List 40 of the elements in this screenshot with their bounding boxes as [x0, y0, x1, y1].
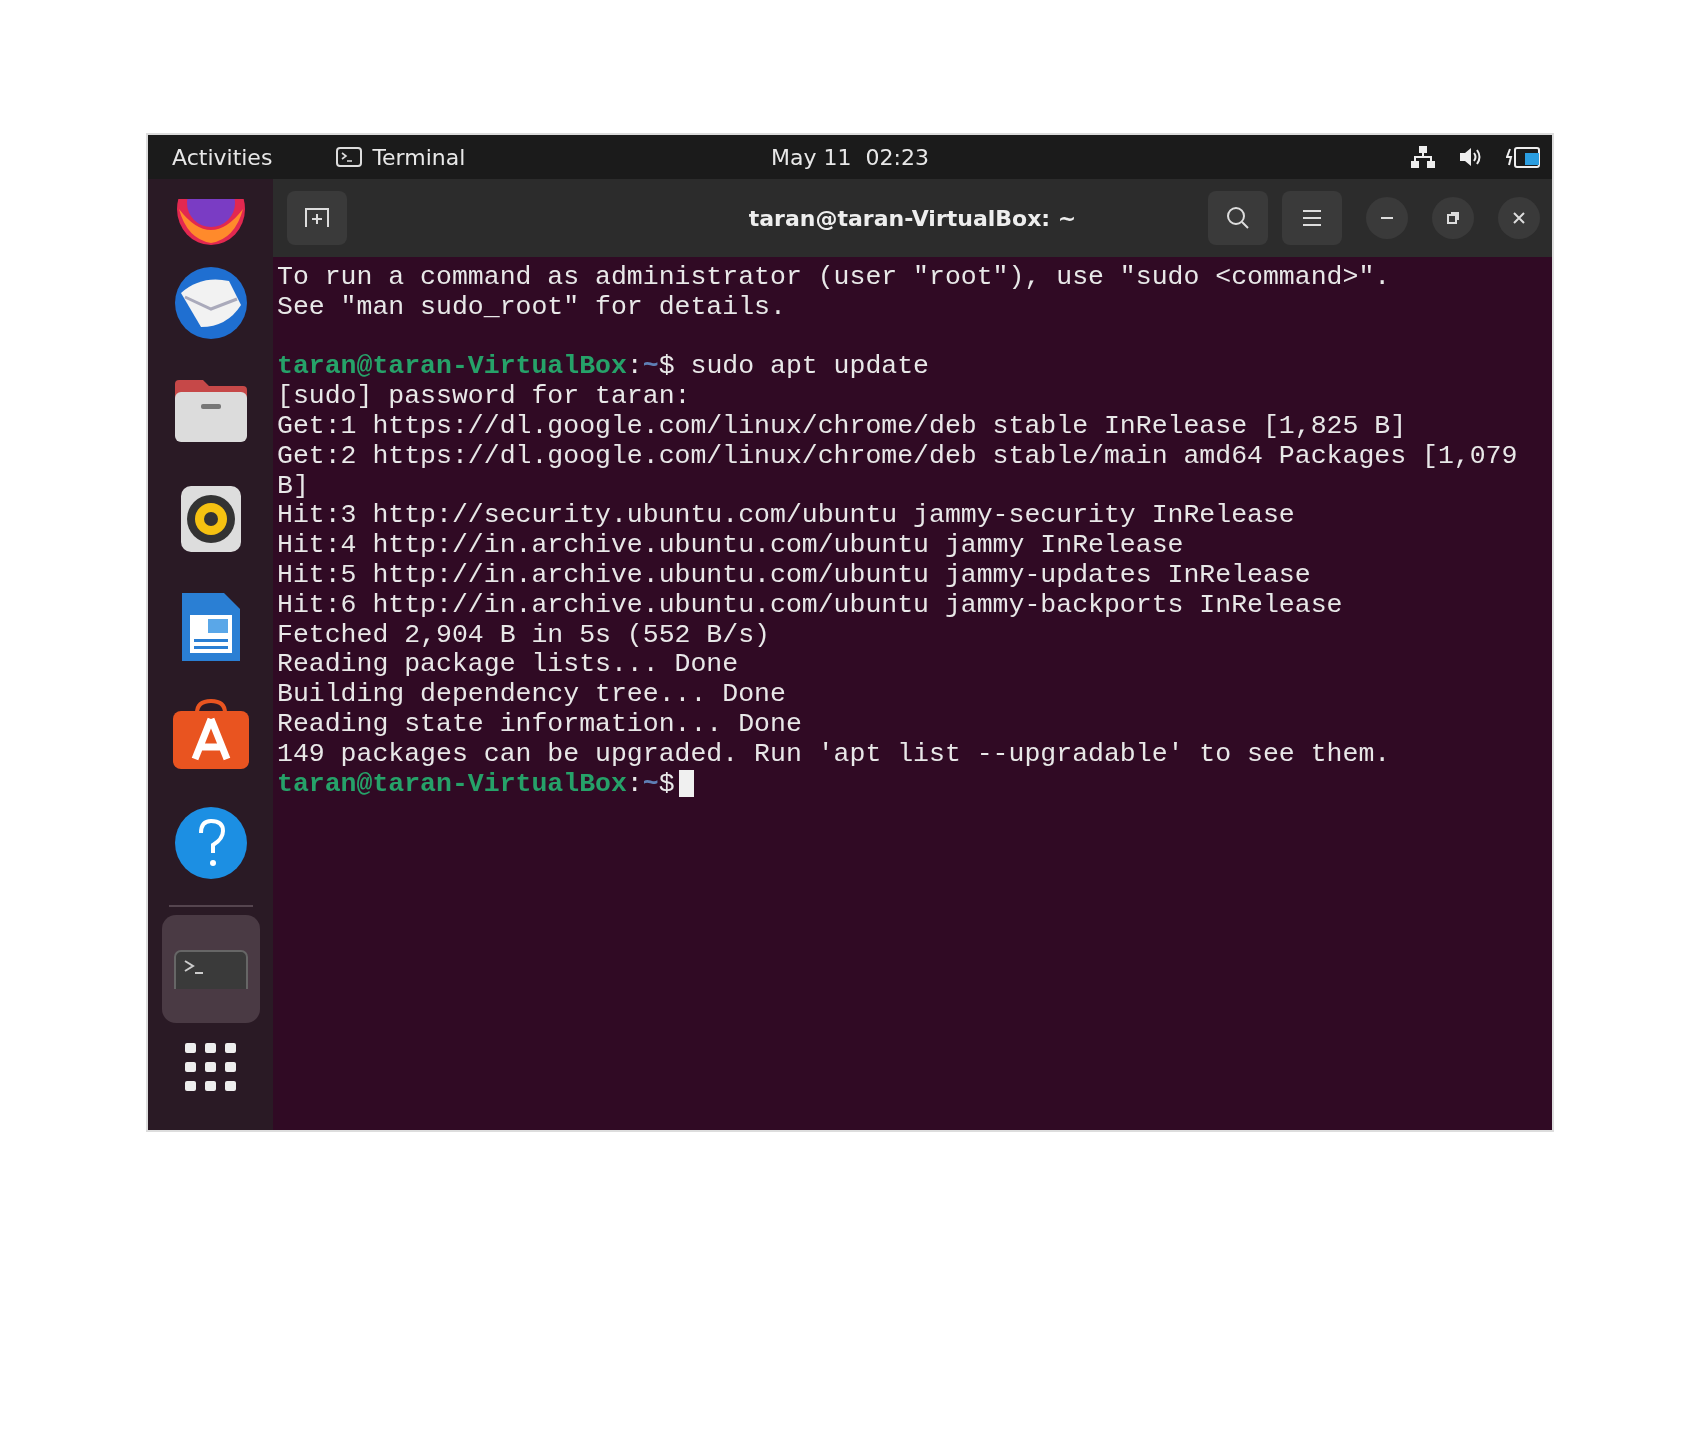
new-tab-icon [304, 207, 330, 229]
close-button[interactable] [1498, 197, 1540, 239]
minimize-icon [1379, 216, 1395, 220]
battery-icon[interactable] [1506, 145, 1542, 169]
output-line: Fetched 2,904 B in 5s (552 B/s) [277, 619, 770, 650]
output-line: Get:2 https://dl.google.com/linux/chrome/deb stable/main amd64 Packages [1,079 [277, 440, 1518, 471]
output-line: Reading state information... Done [277, 708, 802, 739]
speaker-icon[interactable] [178, 484, 243, 554]
menu-button[interactable] [1282, 191, 1342, 245]
output-line: 149 packages can be upgraded. Run 'apt list --upgradable' to see them. [277, 738, 1391, 769]
terminal-icon [336, 147, 363, 167]
restore-icon [1445, 210, 1461, 226]
clock[interactable]: May 11 02:23 [771, 144, 929, 170]
close-icon [1511, 210, 1527, 226]
prompt-line: taran@taran-VirtualBox:~$ sudo apt update [277, 352, 931, 383]
shopping-bag-icon[interactable] [170, 699, 251, 771]
output-line: Hit:6 http://in.archive.ubuntu.com/ubuntu jammy-backports InRelease [277, 589, 1343, 620]
output-line: Hit:4 http://in.archive.ubuntu.com/ubuntu jammy InRelease [277, 530, 1184, 561]
folder-icon[interactable] [172, 378, 249, 444]
app-grid-icon[interactable] [184, 1043, 237, 1091]
window-title: taran@taran-VirtualBox: ~ [748, 205, 1077, 231]
help-icon[interactable] [172, 805, 249, 881]
output-line: See "man sudo_root" for details. [277, 291, 786, 322]
new-tab-button[interactable] [287, 191, 347, 245]
network-icon[interactable] [1410, 145, 1436, 169]
activities-button[interactable]: Activities [172, 144, 273, 170]
output-line: Building dependency tree... Done [277, 679, 786, 710]
prompt-line: taran@taran-VirtualBox:~$ [277, 769, 1548, 800]
app-menu-label[interactable]: Terminal [372, 144, 466, 170]
output-line: Reading package lists... Done [277, 649, 739, 680]
search-icon [1225, 205, 1251, 231]
output-line: [sudo] password for taran: [277, 381, 691, 412]
search-button[interactable] [1208, 191, 1268, 245]
output-line: To run a command as administrator (user "root"), use "sudo <command>". [277, 262, 1391, 292]
output-line: Hit:3 http://security.ubuntu.com/ubuntu jammy-security InRelease [277, 500, 1295, 531]
output-line: Get:1 https://dl.google.com/linux/chrome/deb stable InRelease [1,825 B] [277, 411, 1407, 441]
output-line: B] [277, 470, 309, 501]
menu-icon [1301, 209, 1323, 227]
restore-button[interactable] [1432, 197, 1474, 239]
output-line: Hit:5 http://in.archive.ubuntu.com/ubuntu jammy-updates InRelease [277, 559, 1311, 590]
